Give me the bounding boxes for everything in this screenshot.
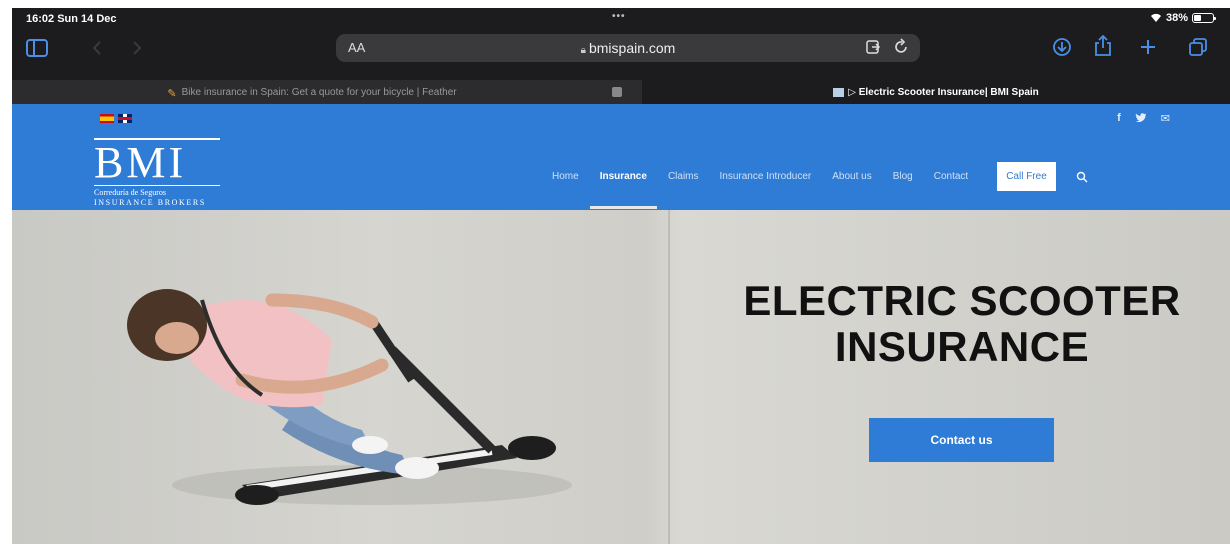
- lock-icon: 🔒︎: [580, 45, 586, 56]
- reload-icon[interactable]: [894, 37, 910, 55]
- browser-toolbar: AA 🔒︎ bmispain.com: [12, 30, 1230, 66]
- multitasking-dots[interactable]: •••: [612, 11, 626, 22]
- hero-title-line2: INSURANCE: [834, 323, 1090, 370]
- bmi-favicon: [833, 87, 845, 97]
- battery-fill: [1194, 15, 1201, 21]
- reader-icon[interactable]: [864, 38, 882, 56]
- logo-line2: INSURANCE BROKERS: [94, 198, 206, 207]
- twitter-icon[interactable]: [1135, 112, 1147, 122]
- device-screen: 16:02 Sun 14 Dec ••• 38% AA 🔒︎ bmispain.c…: [12, 8, 1230, 544]
- plus-icon[interactable]: [1139, 38, 1157, 56]
- logo-line1: Correduría de Seguros: [94, 188, 166, 197]
- uk-flag-icon[interactable]: [118, 114, 132, 123]
- back-icon[interactable]: [92, 40, 102, 56]
- nav-blog[interactable]: Blog: [893, 171, 913, 182]
- main-nav: Home Insurance Claims Insurance Introduc…: [552, 162, 1088, 209]
- wifi-icon: [1150, 13, 1161, 22]
- url-text: bmispain.com: [588, 40, 676, 56]
- tabs-icon[interactable]: [1188, 37, 1208, 57]
- battery-percent: 38%: [1165, 12, 1188, 24]
- social-links: f ✉: [1117, 112, 1170, 125]
- tab-blank[interactable]: [612, 80, 642, 104]
- status-time: 16:02 Sun 14 Dec: [26, 13, 117, 25]
- tab-title: ▷ Electric Scooter Insurance| BMI Spain: [848, 86, 1039, 98]
- nav-contact[interactable]: Contact: [934, 171, 968, 182]
- nav-home[interactable]: Home: [552, 171, 579, 182]
- feather-favicon: ✎: [167, 88, 177, 100]
- nav-insurance[interactable]: Insurance: [589, 171, 658, 209]
- contact-us-button[interactable]: Contact us: [869, 418, 1054, 462]
- nav-about-us[interactable]: About us: [832, 171, 871, 182]
- site-header: f ✉ BMI Correduría de Seguros INSURANCE …: [12, 104, 1230, 210]
- call-free-button[interactable]: Call Free: [997, 162, 1056, 191]
- status-right: 38%: [1150, 12, 1216, 24]
- download-icon[interactable]: [1052, 37, 1072, 57]
- url-display[interactable]: 🔒︎ bmispain.com: [336, 40, 920, 56]
- hero-section: ELECTRIC SCOOTER INSURANCE Contact us: [12, 210, 1230, 544]
- battery-icon: [1192, 13, 1216, 23]
- spain-flag-icon[interactable]: [100, 114, 114, 123]
- bmi-logo[interactable]: BMI Correduría de Seguros INSURANCE BROK…: [94, 138, 220, 208]
- tab-bike-insurance[interactable]: ✎ Bike insurance in Spain: Get a quote f…: [12, 80, 612, 104]
- hero-title-line1: ELECTRIC SCOOTER: [743, 277, 1181, 324]
- tab-title: Bike insurance in Spain: Get a quote for…: [181, 86, 457, 98]
- nav-insurance-introducer[interactable]: Insurance Introducer: [720, 171, 812, 182]
- sidebar-icon[interactable]: [26, 39, 48, 57]
- logo-wordmark: BMI: [94, 138, 220, 186]
- hero-title: ELECTRIC SCOOTER INSURANCE: [702, 278, 1222, 370]
- website: f ✉ BMI Correduría de Seguros INSURANCE …: [12, 104, 1230, 544]
- address-bar[interactable]: AA 🔒︎ bmispain.com: [336, 34, 920, 62]
- nav-claims[interactable]: Claims: [668, 171, 699, 182]
- hero-scooter-photo: [127, 289, 572, 505]
- tab-favicon: [612, 87, 622, 97]
- tab-bmi-active[interactable]: ▷ Electric Scooter Insurance| BMI Spain: [642, 80, 1230, 104]
- tab-bar: ✎ Bike insurance in Spain: Get a quote f…: [12, 80, 1230, 104]
- facebook-icon[interactable]: f: [1117, 112, 1121, 125]
- forward-icon[interactable]: [132, 40, 142, 56]
- search-icon[interactable]: [1076, 171, 1088, 183]
- status-bar: 16:02 Sun 14 Dec ••• 38%: [12, 8, 1230, 30]
- share-icon[interactable]: [1094, 35, 1112, 57]
- pavement-seam: [668, 210, 670, 544]
- language-switcher: [100, 114, 132, 123]
- email-icon[interactable]: ✉: [1161, 112, 1170, 125]
